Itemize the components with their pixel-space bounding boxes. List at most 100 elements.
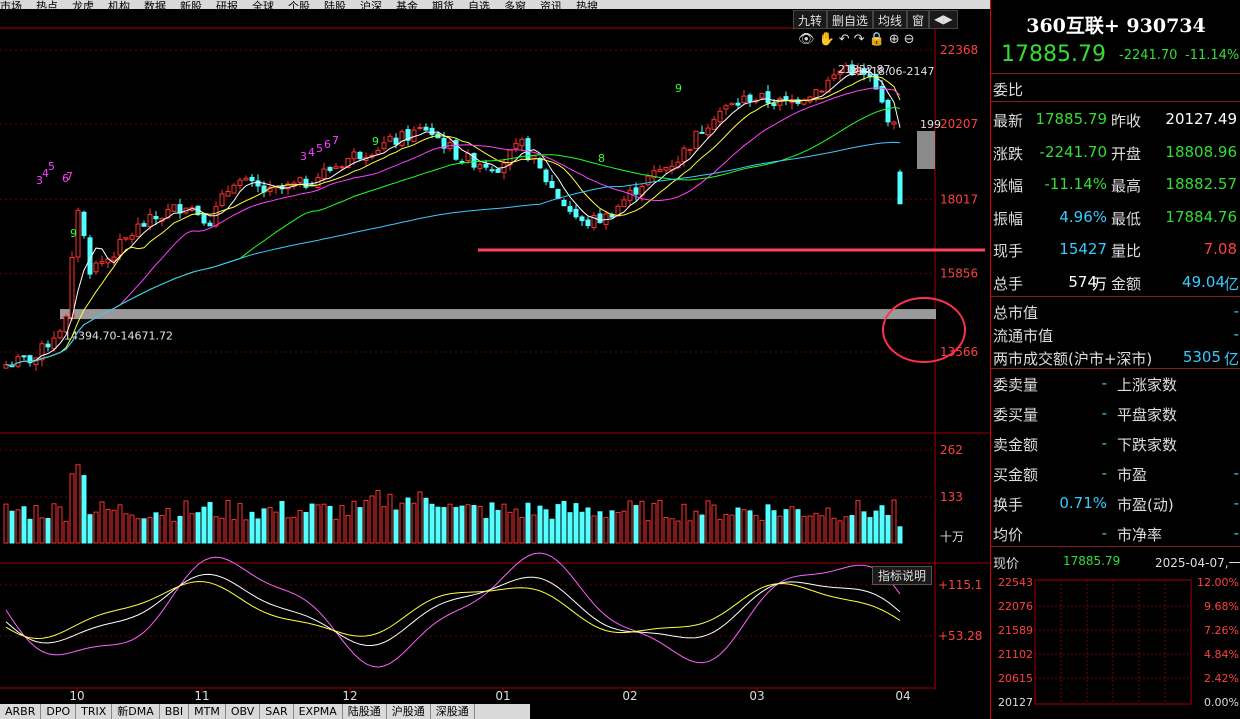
volume-tick: 262 (940, 443, 963, 457)
xaxis-label: 02 (622, 689, 637, 703)
indicator-line (5, 552, 901, 668)
mini-label: 现价 (993, 557, 1020, 572)
indicator-tab[interactable]: DPO (41, 704, 77, 719)
td-count: 7 (66, 170, 73, 183)
price-tick: 20207 (940, 117, 978, 131)
quote-row: 换手 0.71% 市盈(动) - (991, 490, 1240, 516)
quote-label: 涨跌 (993, 144, 1024, 163)
volume-bar (213, 516, 219, 544)
stock-name: 360互联+ 930734 (1026, 15, 1206, 37)
volume-bar (519, 516, 525, 544)
volume-bar (765, 504, 771, 544)
td-count: 8 (598, 152, 605, 165)
stat-value: - (1233, 494, 1239, 512)
indicator-tab[interactable]: OBV (226, 704, 261, 719)
tool-icon[interactable]: 🔒 (869, 32, 885, 47)
indicator-tab[interactable]: TRIX (76, 704, 113, 719)
toolbar-button[interactable]: 删自选 (827, 10, 874, 29)
volume-bar (291, 516, 297, 544)
volume-bar (651, 502, 657, 544)
xaxis-label: 04 (895, 689, 910, 703)
quote-label: 总手 (993, 274, 1024, 293)
toolbar-button[interactable]: 九转 (793, 10, 828, 29)
td-count: 9 (70, 227, 77, 240)
indicator-tabs: ARBR DPO TRIX 新DMA BBI MTM OBV SAR EXPMA 陆股通 沪股通 深股… (0, 704, 530, 719)
quote-value: -11.14% (1044, 175, 1107, 193)
stat-value: - (1101, 374, 1107, 392)
volume-bar (543, 509, 549, 544)
indicator-tab[interactable]: 深股通 (431, 704, 475, 719)
kline-chart[interactable]: 2236820207180171585613566262133十万+115.1+… (0, 0, 990, 719)
candle-body (153, 216, 159, 220)
xaxis-label: 03 (749, 689, 764, 703)
candle-body (549, 181, 555, 188)
indicator-tick: +115.1 (938, 578, 982, 592)
market-value: - (1233, 302, 1239, 320)
indicator-tab[interactable]: 陆股通 (343, 704, 387, 719)
volume-bar (141, 518, 147, 544)
volume-bar (411, 502, 417, 544)
toolbar-button[interactable]: ◀▶ (929, 10, 958, 29)
toolbar-button[interactable]: 均线 (873, 10, 908, 29)
indicator-tab[interactable]: MTM (189, 704, 226, 719)
candle-body (561, 199, 567, 207)
volume-bar (327, 505, 333, 544)
td-count: 5 (316, 142, 323, 155)
quote-row: 振幅 4.96% 最低 17884.76 (991, 204, 1240, 230)
market-value: 5305 (1182, 348, 1221, 366)
volume-bar (171, 520, 177, 544)
volume-bar (405, 497, 411, 544)
indicator-tab[interactable]: 新DMA (112, 704, 160, 719)
volume-bar (735, 507, 741, 544)
stat-label: 买金额 (993, 466, 1039, 484)
volume-bar (513, 508, 519, 544)
tool-icon[interactable]: ⊕ (889, 32, 900, 47)
stat-label: 委卖量 (993, 376, 1039, 394)
volume-bar (729, 514, 735, 544)
candle-body (633, 187, 639, 195)
candle-body (621, 199, 627, 208)
quote-label: 最高 (1111, 177, 1142, 195)
volume-bar (243, 519, 249, 544)
indicator-tab[interactable]: SAR (260, 704, 294, 719)
tool-icon[interactable]: ↷ (854, 32, 865, 47)
candle-body (321, 168, 327, 179)
volume-bar (465, 504, 471, 544)
quote-panel: 360互联+ 930734 17885.79 -2241.70 -11.14% … (990, 0, 1240, 719)
peak-range-label: 21418.06-2147 (850, 65, 934, 78)
td-count: 4 (308, 146, 315, 159)
stat-value: 0.71% (1059, 494, 1107, 512)
tool-icon[interactable]: ↶ (839, 32, 850, 47)
tool-icon[interactable]: ⊖ (904, 32, 915, 47)
quote-row: 涨跌 -2241.70 开盘 18808.96 (991, 139, 1240, 165)
quote-label: 振幅 (993, 209, 1024, 228)
gap-box (917, 131, 935, 169)
price-tick: 18017 (940, 192, 978, 206)
indicator-tab[interactable]: EXPMA (294, 704, 343, 719)
indicator-tab[interactable]: 沪股通 (387, 704, 431, 719)
mini-right-tick: 4.84% (1204, 648, 1239, 661)
candle-body (357, 151, 363, 160)
indicator-explain-button[interactable]: 指标说明 (872, 566, 933, 585)
stat-label: 市盈(动) (1117, 496, 1174, 514)
quote-row: 现手 15427 量比 7.08 (991, 236, 1240, 262)
toolbar-button[interactable]: 窗 (907, 10, 930, 29)
volume-bar (525, 502, 531, 544)
volume-bar (687, 520, 693, 544)
volume-bar (417, 491, 423, 544)
quote-label: 最低 (1111, 209, 1142, 228)
candle-body (21, 355, 27, 358)
indicator-line (5, 580, 901, 640)
tool-icon[interactable]: 👁 (798, 32, 815, 47)
tool-icon[interactable]: ✋ (819, 32, 835, 47)
volume-bar (441, 507, 447, 544)
support-band-label: 14394.70-14671.72 (64, 330, 173, 343)
candle-body (537, 157, 543, 169)
indicator-tab[interactable]: BBI (160, 704, 190, 719)
volume-bar (585, 507, 591, 544)
quote-value: 7.08 (1203, 240, 1237, 258)
candle-body (687, 148, 693, 151)
quote-row: 两市成交额(沪市+深市) 5305 亿 (991, 344, 1240, 370)
indicator-tab[interactable]: ARBR (0, 704, 42, 719)
mini-date: 2025-04-07,一 (1155, 556, 1240, 570)
